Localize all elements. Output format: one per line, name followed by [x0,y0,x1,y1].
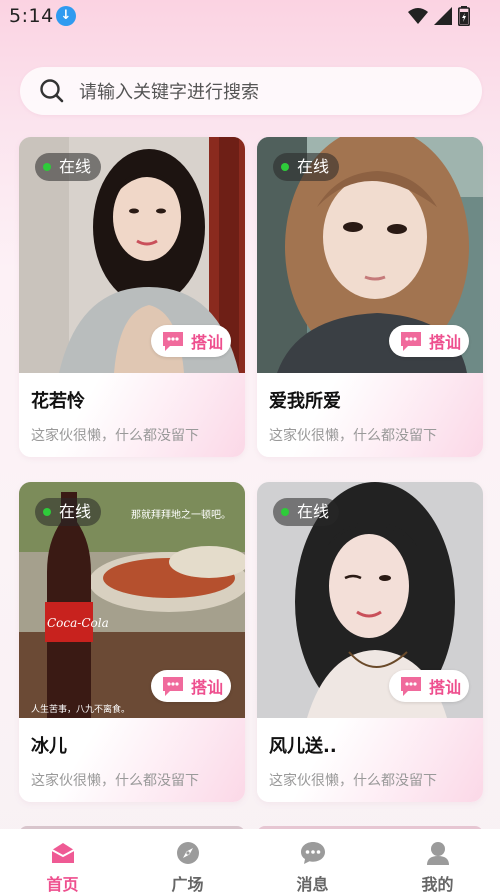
user-name: 爱我所爱 [269,391,341,412]
user-card[interactable]: Coca-Cola 那就拜拜地之一顿吧。 人生苦事，八九不离食。 在线 搭讪 冰… [19,482,245,802]
user-card[interactable]: 在线 搭讪 花若怜 这家伙很懒，什么都没留下 [19,137,245,457]
chat-up-button[interactable]: 搭讪 [151,325,231,357]
search-bar[interactable]: 请输入关键字进行搜索 [20,67,482,115]
nav-item-home[interactable]: 首页 [0,829,125,896]
chat-up-label: 搭讪 [429,678,462,697]
chat-bubble-icon [401,677,421,696]
bottle-label: Coca-Cola [47,616,109,630]
online-dot-icon [43,163,51,171]
online-dot-icon [281,508,289,516]
online-status-badge: 在线 [35,498,102,526]
status-bar: 5:14 ↓ [0,0,500,32]
user-info: 风儿送.. 这家伙很懒，什么都没留下 [257,718,483,802]
online-label: 在线 [59,502,92,521]
chat-bubble-icon [163,332,183,351]
chat-bubble-icon [401,332,421,351]
user-card[interactable]: 在线 搭讪 风儿送.. 这家伙很懒，什么都没留下 [257,482,483,802]
status-time: 5:14 [9,5,54,27]
user-info: 冰儿 这家伙很懒，什么都没留下 [19,718,245,802]
online-label: 在线 [59,157,92,176]
chat-up-label: 搭讪 [429,333,462,352]
user-info: 花若怜 这家伙很懒，什么都没留下 [19,373,245,457]
battery-icon [458,6,470,26]
online-status-badge: 在线 [35,153,102,181]
online-dot-icon [281,163,289,171]
search-input[interactable]: 请输入关键字进行搜索 [79,78,259,104]
bottom-nav: 首页 广场 消息 我的 [0,829,500,896]
chat-up-button[interactable]: 搭讪 [151,670,231,702]
online-label: 在线 [297,502,330,521]
photo-caption-top: 那就拜拜地之一顿吧。 [131,508,231,521]
nav-item-profile[interactable]: 我的 [375,829,500,896]
profile-icon [426,842,449,865]
signal-icon [434,7,452,25]
nav-label: 广场 [171,875,204,894]
compass-icon [176,842,199,864]
online-status-badge: 在线 [273,153,340,181]
download-arrow-icon: ↓ [56,6,76,26]
photo-caption-bottom: 人生苦事，八九不离食。 [31,703,130,715]
online-dot-icon [43,508,51,516]
chat-up-label: 搭讪 [191,678,224,697]
user-bio: 这家伙很懒，什么都没留下 [269,428,437,444]
user-name: 风儿送.. [269,736,337,757]
user-name: 花若怜 [31,391,85,412]
chat-up-button[interactable]: 搭讪 [389,325,469,357]
nav-item-square[interactable]: 广场 [125,829,250,896]
user-name: 冰儿 [31,736,67,757]
chat-up-label: 搭讪 [191,333,224,352]
message-icon [300,842,325,864]
user-info: 爱我所爱 这家伙很懒，什么都没留下 [257,373,483,457]
chat-bubble-icon [163,677,183,696]
wifi-icon [408,8,428,24]
user-card[interactable]: 在线 搭讪 爱我所爱 这家伙很懒，什么都没留下 [257,137,483,457]
nav-label: 我的 [421,875,454,894]
nav-label: 首页 [46,875,79,894]
status-icons [408,6,470,26]
chat-up-button[interactable]: 搭讪 [389,670,469,702]
nav-item-messages[interactable]: 消息 [250,829,375,896]
home-icon [51,843,74,863]
online-status-badge: 在线 [273,498,340,526]
search-icon [40,79,64,103]
online-label: 在线 [297,157,330,176]
user-bio: 这家伙很懒，什么都没留下 [31,773,199,789]
nav-label: 消息 [296,875,329,894]
user-bio: 这家伙很懒，什么都没留下 [269,773,437,789]
user-bio: 这家伙很懒，什么都没留下 [31,428,199,444]
